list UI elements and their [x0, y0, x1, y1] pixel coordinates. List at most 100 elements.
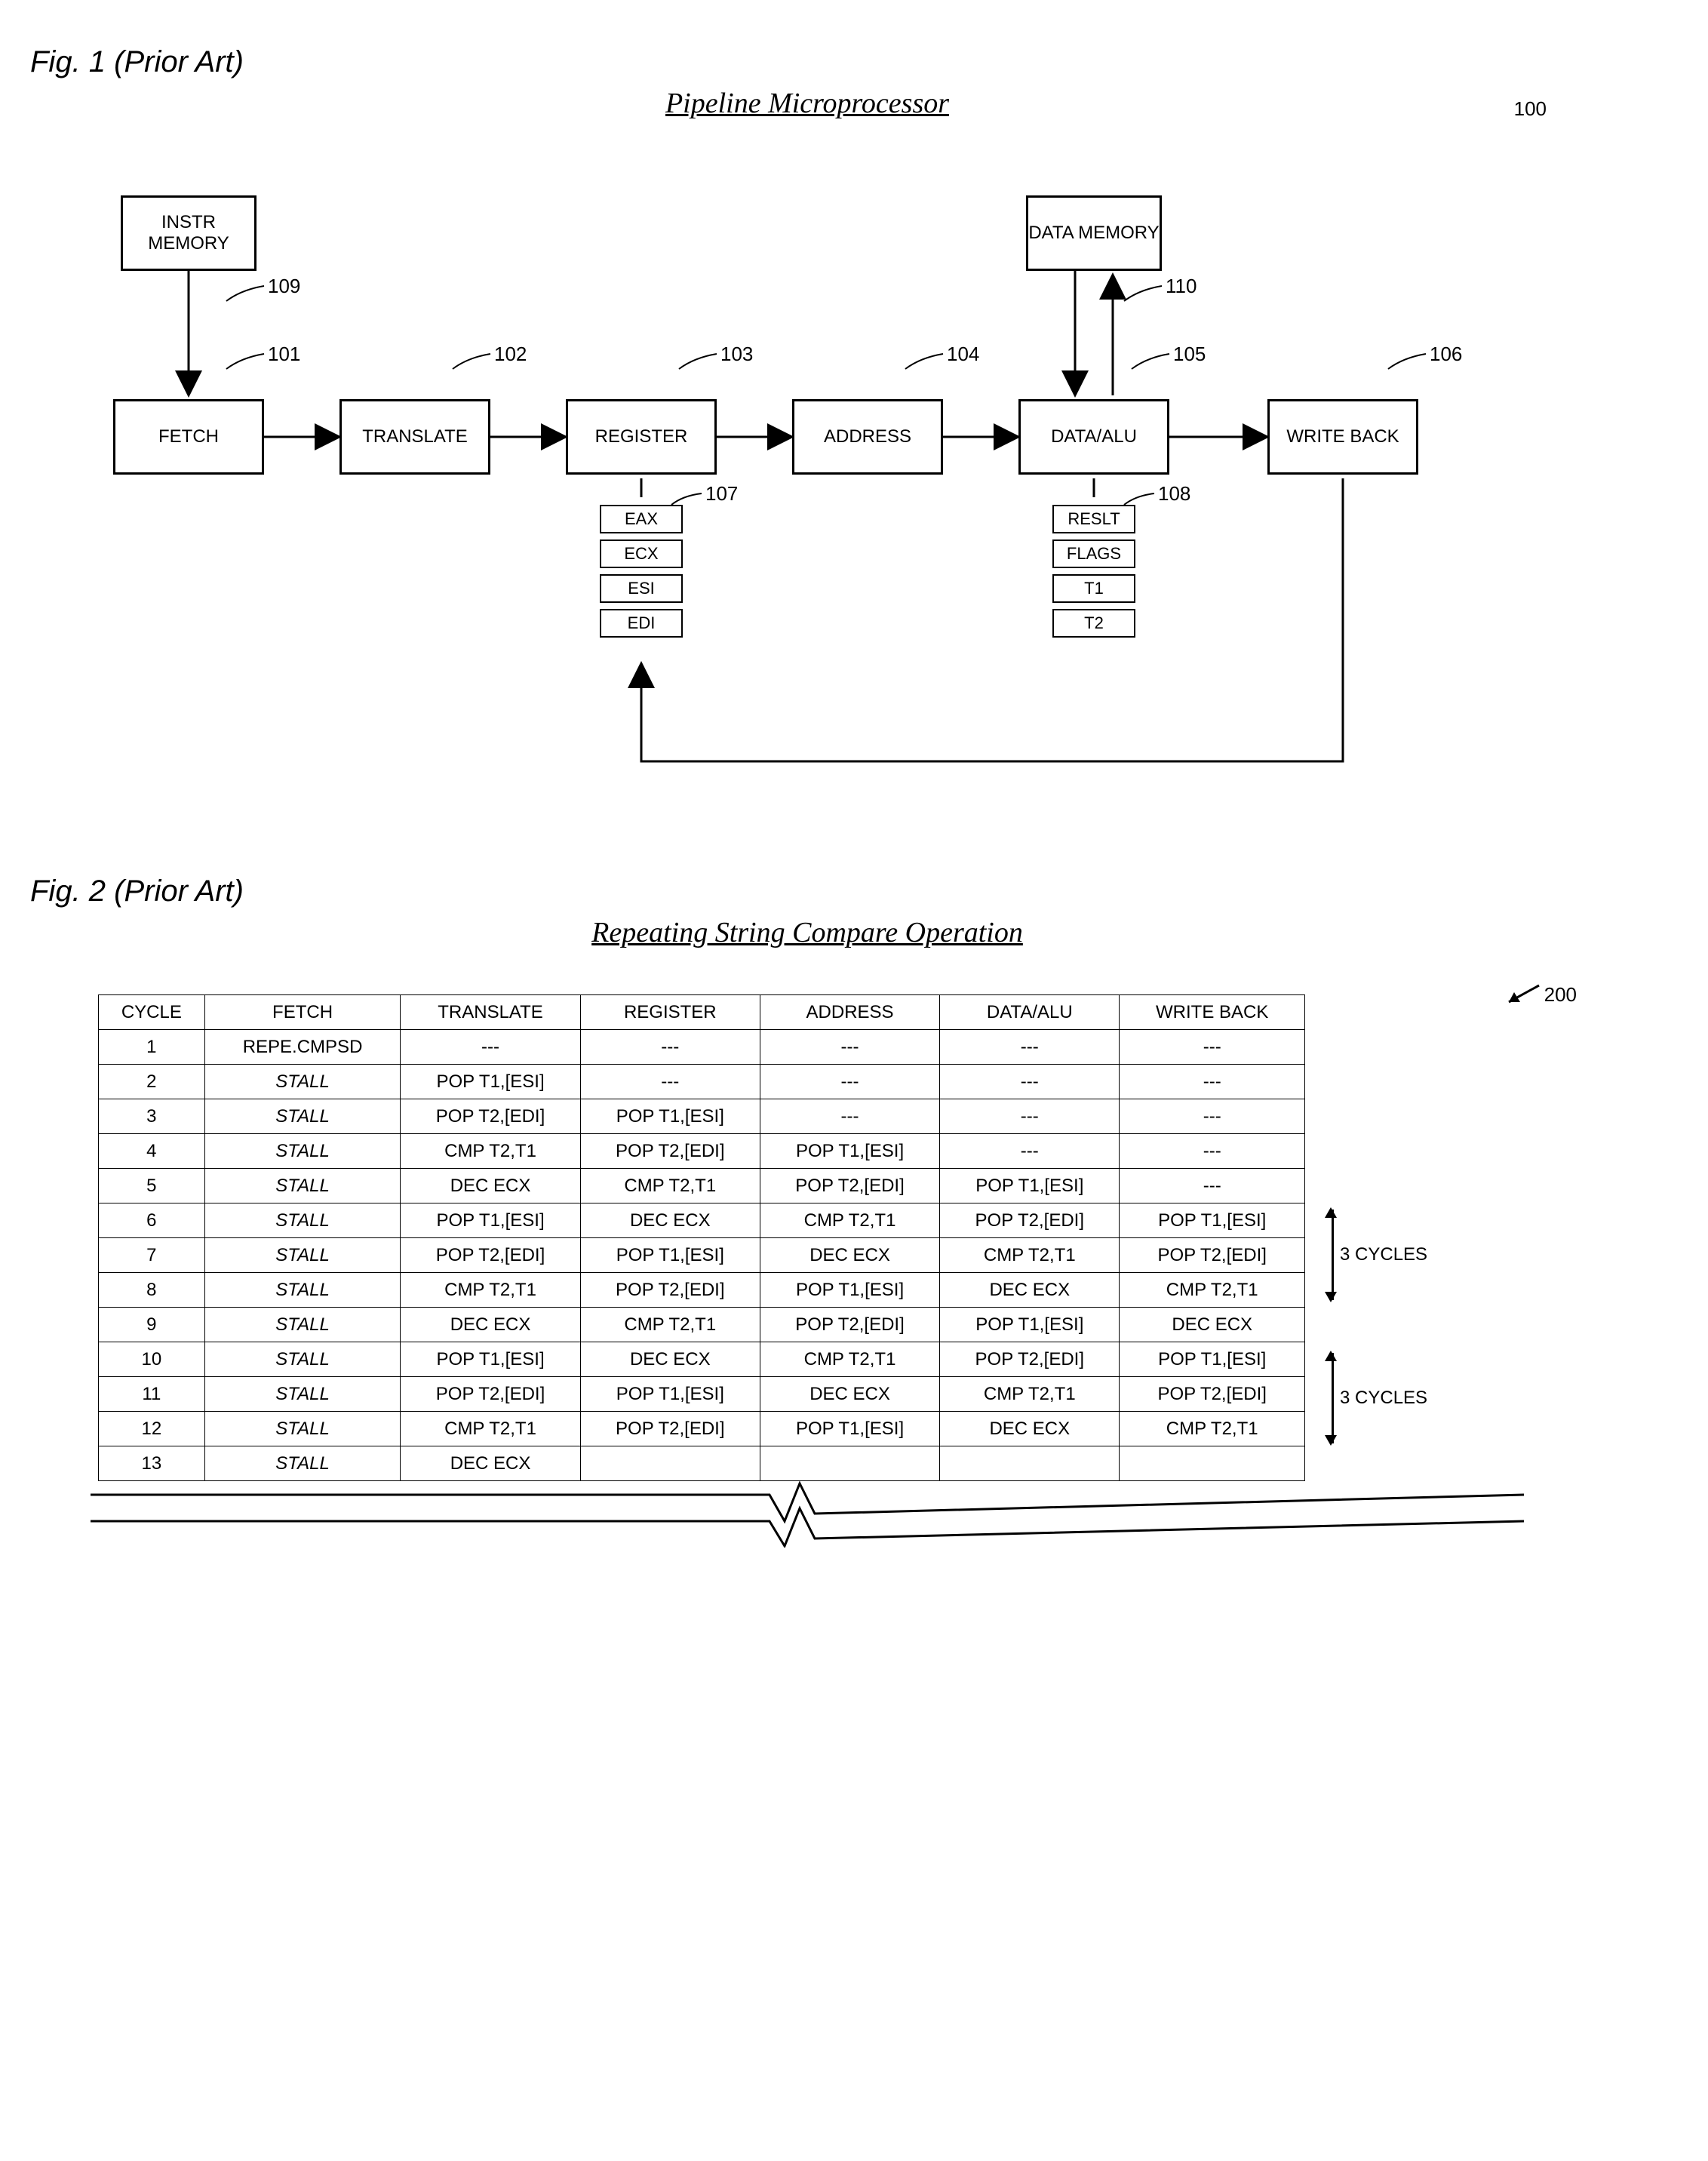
- stage-translate: TRANSLATE: [339, 399, 490, 475]
- table-cell: 13: [99, 1446, 205, 1481]
- table-cell: 10: [99, 1342, 205, 1377]
- table-cell: POP T1,[ESI]: [760, 1273, 939, 1308]
- table-cell: POP T2,[EDI]: [1120, 1238, 1305, 1273]
- reg-eax: EAX: [600, 505, 683, 533]
- table-cell: ---: [940, 1030, 1120, 1065]
- table-cell: ---: [580, 1065, 760, 1099]
- table-cell: STALL: [204, 1377, 401, 1412]
- table-cell: DEC ECX: [401, 1169, 580, 1203]
- table-cell: STALL: [204, 1065, 401, 1099]
- table-cell: ---: [940, 1099, 1120, 1134]
- table-cell: ---: [1120, 1030, 1305, 1065]
- table-cell: DEC ECX: [940, 1273, 1120, 1308]
- table-cell: POP T1,[ESI]: [401, 1065, 580, 1099]
- ref-110: 110: [1166, 275, 1197, 298]
- table-cell: DEC ECX: [580, 1203, 760, 1238]
- ref-108: 108: [1158, 482, 1190, 506]
- reg-esi: ESI: [600, 574, 683, 603]
- table-cell: DEC ECX: [940, 1412, 1120, 1446]
- fig2-title: Repeating String Compare Operation: [91, 916, 1524, 949]
- table-cell: POP T2,[EDI]: [401, 1238, 580, 1273]
- table-row: 8STALLCMP T2,T1POP T2,[EDI]POP T1,[ESI]D…: [99, 1273, 1305, 1308]
- col-dataalu: DATA/ALU: [940, 995, 1120, 1030]
- table-cell: STALL: [204, 1134, 401, 1169]
- ref-102: 102: [494, 343, 527, 366]
- table-cell: STALL: [204, 1273, 401, 1308]
- table-cell: [1120, 1446, 1305, 1481]
- cycles-annot-1: 3 CYCLES: [1320, 1210, 1427, 1300]
- table-cell: POP T2,[EDI]: [1120, 1377, 1305, 1412]
- table-cell: 6: [99, 1203, 205, 1238]
- table-cell: STALL: [204, 1412, 401, 1446]
- table-cell: POP T1,[ESI]: [1120, 1342, 1305, 1377]
- table-cell: CMP T2,T1: [760, 1342, 939, 1377]
- table-cell: CMP T2,T1: [401, 1134, 580, 1169]
- table-cell: ---: [760, 1065, 939, 1099]
- table-cell: ---: [760, 1030, 939, 1065]
- reg-reslt: RESLT: [1052, 505, 1135, 533]
- timing-table: CYCLE FETCH TRANSLATE REGISTER ADDRESS D…: [98, 994, 1305, 1481]
- table-cell: 12: [99, 1412, 205, 1446]
- table-cell: DEC ECX: [1120, 1308, 1305, 1342]
- table-cell: [580, 1446, 760, 1481]
- stage-writeback: WRITE BACK: [1267, 399, 1418, 475]
- table-cell: POP T1,[ESI]: [580, 1238, 760, 1273]
- fig1-label: Fig. 1 (Prior Art): [30, 45, 1678, 79]
- data-memory-label: DATA MEMORY: [1028, 223, 1159, 244]
- table-cell: STALL: [204, 1342, 401, 1377]
- table-row: 4STALLCMP T2,T1POP T2,[EDI]POP T1,[ESI]-…: [99, 1134, 1305, 1169]
- reg-edi: EDI: [600, 609, 683, 638]
- table-cell: POP T2,[EDI]: [580, 1273, 760, 1308]
- reg-t1: T1: [1052, 574, 1135, 603]
- table-cell: 4: [99, 1134, 205, 1169]
- table-cell: ---: [1120, 1099, 1305, 1134]
- table-cell: POP T2,[EDI]: [940, 1342, 1120, 1377]
- table-cell: [760, 1446, 939, 1481]
- ref-103: 103: [720, 343, 753, 366]
- ref-109: 109: [268, 275, 300, 298]
- table-row: 1REPE.CMPSD---------------: [99, 1030, 1305, 1065]
- table-cell: ---: [1120, 1134, 1305, 1169]
- table-cell: 9: [99, 1308, 205, 1342]
- table-cell: POP T2,[EDI]: [940, 1203, 1120, 1238]
- table-cell: CMP T2,T1: [1120, 1412, 1305, 1446]
- table-cell: CMP T2,T1: [760, 1203, 939, 1238]
- bracket-icon: [1320, 1210, 1334, 1300]
- reg-flags: FLAGS: [1052, 539, 1135, 568]
- ref-106: 106: [1430, 343, 1462, 366]
- table-cell: STALL: [204, 1169, 401, 1203]
- table-row: 11STALLPOP T2,[EDI]POP T1,[ESI]DEC ECXCM…: [99, 1377, 1305, 1412]
- table-cell: POP T1,[ESI]: [760, 1412, 939, 1446]
- table-cell: ---: [1120, 1065, 1305, 1099]
- table-cell: 2: [99, 1065, 205, 1099]
- stage-address-label: ADDRESS: [824, 426, 911, 447]
- fig2-diagram: 200 CYCLE FETCH TRANSLATE REGISTER ADDRE…: [91, 994, 1524, 1551]
- table-cell: POP T1,[ESI]: [401, 1342, 580, 1377]
- stage-fetch-label: FETCH: [158, 426, 219, 447]
- ref-107: 107: [705, 482, 738, 506]
- table-cell: POP T1,[ESI]: [580, 1099, 760, 1134]
- col-cycle: CYCLE: [99, 995, 205, 1030]
- table-cell: DEC ECX: [401, 1446, 580, 1481]
- table-cell: DEC ECX: [401, 1308, 580, 1342]
- table-cell: POP T1,[ESI]: [1120, 1203, 1305, 1238]
- stage-register-label: REGISTER: [595, 426, 688, 447]
- ref-101: 101: [268, 343, 300, 366]
- table-cell: 11: [99, 1377, 205, 1412]
- table-row: 10STALLPOP T1,[ESI]DEC ECXCMP T2,T1POP T…: [99, 1342, 1305, 1377]
- ref-104: 104: [947, 343, 979, 366]
- table-cell: ---: [940, 1134, 1120, 1169]
- table-row: 13STALLDEC ECX: [99, 1446, 1305, 1481]
- table-row: 12STALLCMP T2,T1POP T2,[EDI]POP T1,[ESI]…: [99, 1412, 1305, 1446]
- data-memory-block: DATA MEMORY: [1026, 195, 1162, 271]
- instr-memory-block: INSTR MEMORY: [121, 195, 257, 271]
- table-cell: CMP T2,T1: [580, 1169, 760, 1203]
- table-cell: POP T1,[ESI]: [940, 1169, 1120, 1203]
- register-file-left: EAX ECX ESI EDI: [600, 505, 683, 638]
- table-cell: POP T1,[ESI]: [401, 1203, 580, 1238]
- col-register: REGISTER: [580, 995, 760, 1030]
- table-cell: STALL: [204, 1446, 401, 1481]
- stage-writeback-label: WRITE BACK: [1286, 426, 1399, 447]
- table-cell: CMP T2,T1: [1120, 1273, 1305, 1308]
- stage-fetch: FETCH: [113, 399, 264, 475]
